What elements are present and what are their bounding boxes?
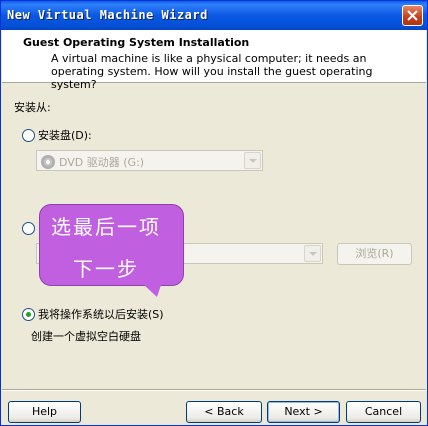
back-button[interactable]: < Back bbox=[186, 401, 262, 423]
callout-text-line2: 下一步 bbox=[73, 257, 139, 281]
cancel-button[interactable]: Cancel bbox=[346, 401, 421, 423]
next-button[interactable]: Next > bbox=[267, 401, 340, 423]
browse-button: 浏览(R) bbox=[337, 243, 412, 265]
wizard-header: Guest Operating System Installation A vi… bbox=[2, 30, 426, 91]
install-later-option[interactable]: 我将操作系统以后安装(S) bbox=[22, 306, 164, 322]
wizard-window: New Virtual Machine Wizard Guest Operati… bbox=[0, 0, 428, 426]
window-title: New Virtual Machine Wizard bbox=[7, 8, 208, 22]
title-bar[interactable]: New Virtual Machine Wizard bbox=[1, 1, 427, 30]
iso-option[interactable] bbox=[22, 222, 38, 235]
page-description: A virtual machine is like a physical com… bbox=[51, 52, 373, 91]
footer-divider bbox=[2, 389, 426, 391]
callout-text-line1: 选最后一项 bbox=[51, 215, 161, 239]
chevron-down-icon bbox=[244, 152, 261, 169]
disc-option[interactable]: 安装盘(D): bbox=[22, 127, 92, 143]
close-icon bbox=[407, 10, 418, 21]
install-later-radio[interactable] bbox=[22, 307, 35, 321]
install-later-label: 我将操作系统以后安装(S) bbox=[38, 308, 164, 321]
install-from-label: 安装从: bbox=[14, 101, 51, 114]
disc-radio[interactable] bbox=[22, 128, 35, 142]
drive-select-value: DVD 驱动器 (G:) bbox=[59, 156, 145, 169]
help-button[interactable]: Help bbox=[8, 401, 81, 423]
chevron-down-icon bbox=[304, 245, 321, 262]
close-button[interactable] bbox=[402, 5, 423, 26]
iso-radio[interactable] bbox=[22, 222, 35, 235]
drive-select: DVD 驱动器 (G:) bbox=[36, 150, 263, 171]
install-later-description: 创建一个虚拟空白硬盘 bbox=[31, 330, 141, 343]
dvd-drive-icon bbox=[41, 155, 55, 169]
page-title: Guest Operating System Installation bbox=[23, 36, 250, 49]
disc-label: 安装盘(D): bbox=[38, 129, 92, 142]
